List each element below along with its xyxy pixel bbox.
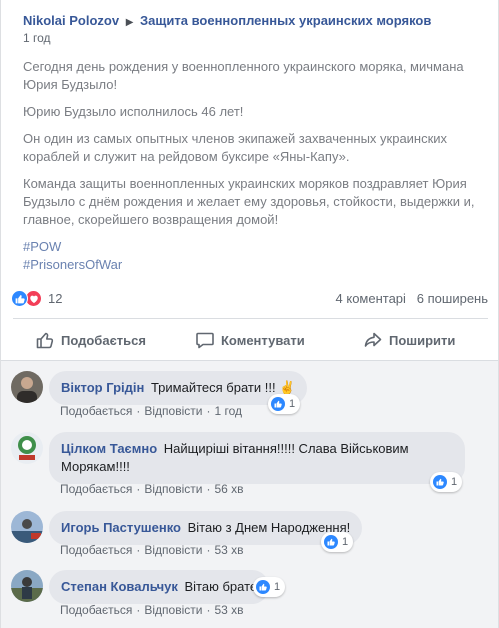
- comment-bubble: Цілком Таємно Найщиріші вітання!!!!! Сла…: [49, 432, 465, 484]
- comment-share-counts: 4 коментарі 6 поширень: [336, 291, 488, 306]
- comment-meta: Подобається · Відповісти · 53 хв: [60, 603, 244, 617]
- post-body: Сегодня день рождения у военнопленного у…: [23, 58, 485, 274]
- comment-button[interactable]: Коментувати: [195, 319, 305, 361]
- like-reaction-icon: [324, 535, 338, 549]
- like-reaction-icon: [256, 580, 270, 594]
- like-label: Подобається: [61, 332, 146, 348]
- comment-label: Коментувати: [221, 332, 305, 348]
- share-icon: [364, 332, 382, 347]
- comment-like-link[interactable]: Подобається: [60, 404, 132, 418]
- comment-reaction-count[interactable]: 1: [430, 472, 463, 492]
- comment-meta: Подобається · Відповісти · 56 хв: [60, 482, 244, 496]
- commenter-name[interactable]: Степан Ковальчук: [61, 579, 178, 594]
- comment-reaction-count[interactable]: 1: [253, 577, 286, 597]
- comment-reply-link[interactable]: Відповісти: [144, 482, 202, 496]
- commenter-name[interactable]: Цілком Таємно: [61, 441, 157, 456]
- comment-reply-link[interactable]: Відповісти: [144, 603, 202, 617]
- share-count[interactable]: 6 поширень: [417, 291, 488, 306]
- commenter-name[interactable]: Игорь Пастушенко: [61, 520, 181, 535]
- comment-reaction-count[interactable]: 1: [321, 532, 354, 552]
- reaction-count: 1: [342, 536, 349, 548]
- comment-meta: Подобається · Відповісти · 1 год: [60, 404, 242, 418]
- post-actions: Подобається Коментувати Поширити: [13, 318, 488, 360]
- avatar[interactable]: [11, 570, 43, 602]
- like-reaction-icon: [11, 290, 28, 307]
- facebook-post: Nikolai Polozov ▶ Защита военнопленных у…: [0, 0, 499, 628]
- commenter-name[interactable]: Віктор Грідін: [61, 380, 144, 395]
- comment-like-link[interactable]: Подобається: [60, 603, 132, 617]
- post-stats: 12 4 коментарі 6 поширень: [1, 286, 499, 310]
- share-button[interactable]: Поширити: [363, 319, 455, 361]
- post-timestamp[interactable]: 1 год: [23, 31, 51, 45]
- comment-meta: Подобається · Відповісти · 53 хв: [60, 543, 244, 557]
- comments-section: Віктор Грідін Тримайтеся брати !!! ✌ 1 П…: [1, 360, 498, 628]
- caret-right-icon: ▶: [125, 17, 134, 28]
- comment-reply-link[interactable]: Відповісти: [144, 404, 202, 418]
- comment-time[interactable]: 53 хв: [214, 603, 243, 617]
- hashtag-link[interactable]: #POW: [23, 238, 485, 256]
- comment-reaction-count[interactable]: 1: [268, 394, 301, 414]
- post-header: Nikolai Polozov ▶ Защита военнопленных у…: [23, 12, 431, 32]
- avatar[interactable]: [11, 432, 43, 464]
- like-reaction-icon: [433, 475, 447, 489]
- like-reaction-icon: [271, 397, 285, 411]
- hashtag-link[interactable]: #PrisonersOfWar: [23, 256, 485, 274]
- avatar[interactable]: [11, 371, 43, 403]
- comment-like-link[interactable]: Подобається: [60, 482, 132, 496]
- page-name[interactable]: Защита военнопленных украинских моряков: [140, 13, 431, 28]
- thumbs-up-icon: [36, 332, 54, 349]
- post-paragraph: Команда защиты военнопленных украинских …: [23, 176, 475, 227]
- comment-time[interactable]: 53 хв: [214, 543, 243, 557]
- post-paragraph: Сегодня день рождения у военнопленного у…: [23, 59, 464, 92]
- comment-text: Вітаю брате: [184, 579, 258, 594]
- like-button[interactable]: Подобається: [35, 319, 146, 361]
- comment-bubble: Игорь Пастушенко Вітаю з Днем Народження…: [49, 511, 363, 545]
- comment-text: Тримайтеся брати !!! ✌: [150, 380, 296, 395]
- comment-like-link[interactable]: Подобається: [60, 543, 132, 557]
- author-name[interactable]: Nikolai Polozov: [23, 13, 119, 28]
- comment-time[interactable]: 1 год: [214, 404, 242, 418]
- reaction-count: 1: [274, 581, 281, 593]
- reaction-count: 1: [451, 476, 458, 488]
- comment-reply-link[interactable]: Відповісти: [144, 543, 202, 557]
- reaction-count[interactable]: 12: [48, 291, 62, 306]
- comment-time[interactable]: 56 хв: [214, 482, 243, 496]
- comment-icon: [196, 332, 214, 349]
- post-paragraph: Он один из самых опытных членов экипажей…: [23, 131, 448, 164]
- post-paragraph: Юрию Будзыло исполнилось 46 лет!: [23, 104, 244, 119]
- reaction-count: 1: [289, 398, 296, 410]
- comment-count[interactable]: 4 коментарі: [336, 291, 406, 306]
- share-label: Поширити: [389, 332, 456, 348]
- avatar[interactable]: [11, 511, 43, 543]
- comment-bubble: Степан Ковальчук Вітаю брате: [49, 570, 270, 604]
